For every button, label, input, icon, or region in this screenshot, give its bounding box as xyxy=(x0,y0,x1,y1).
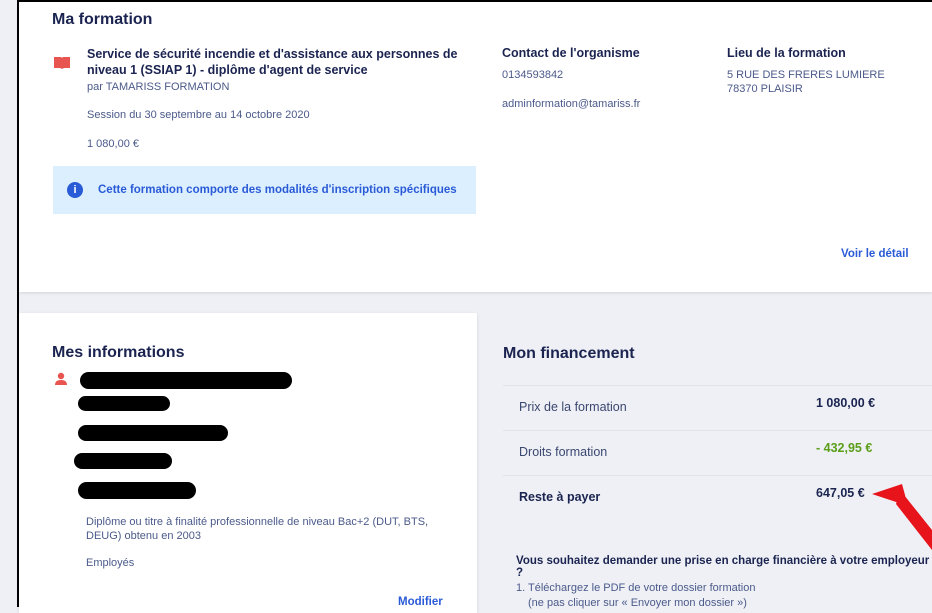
location-street: 5 RUE DES FRERES LUMIERE xyxy=(727,69,885,81)
step-download: 1. Téléchargez le PDF de votre dossier f… xyxy=(516,582,756,594)
registration-notice: i Cette formation comporte des modalités… xyxy=(53,166,476,214)
redacted-name xyxy=(80,372,292,389)
employment-status: Employés xyxy=(86,557,135,569)
redacted-line xyxy=(74,453,172,469)
fin-label: Reste à payer xyxy=(519,490,601,504)
redacted-line xyxy=(78,482,196,499)
annotation-arrow xyxy=(872,484,932,550)
formation-card: Ma formation Service de sécurité incendi… xyxy=(19,2,932,292)
location-heading: Lieu de la formation xyxy=(727,46,846,60)
registration-notice-text: Cette formation comporte des modalités d… xyxy=(98,184,457,196)
fin-row-remaining: Reste à payer 647,05 € xyxy=(503,475,932,520)
book-icon xyxy=(54,57,70,69)
fin-value: 647,05 € xyxy=(816,486,865,500)
info-icon: i xyxy=(67,182,83,198)
formation-heading: Ma formation xyxy=(52,11,153,28)
session-dates: Session du 30 septembre au 14 octobre 20… xyxy=(87,109,310,121)
fin-row-price: Prix de la formation 1 080,00 € xyxy=(503,385,932,430)
contact-heading: Contact de l'organisme xyxy=(502,46,640,60)
course-price: 1 080,00 € xyxy=(87,138,139,150)
voir-detail-link[interactable]: Voir le détail xyxy=(841,248,909,260)
redacted-line xyxy=(78,425,228,441)
fin-value: 1 080,00 € xyxy=(816,396,876,410)
person-icon xyxy=(55,372,67,385)
course-title: Service de sécurité incendie et d'assist… xyxy=(87,47,458,77)
step-note: (ne pas cliquer sur « Envoyer mon dossie… xyxy=(528,597,747,609)
redacted-line xyxy=(78,396,170,411)
course-provider: par TAMARISS FORMATION xyxy=(87,81,230,93)
diploma-text: Diplôme ou titre à finalité professionne… xyxy=(86,516,429,542)
informations-heading: Mes informations xyxy=(52,344,185,361)
contact-phone: 0134593842 xyxy=(502,69,564,81)
location-city: 78370 PLAISIR xyxy=(727,83,803,95)
fin-label: Droits formation xyxy=(519,445,608,459)
financement-heading: Mon financement xyxy=(503,345,635,362)
contact-email: adminformation@tamariss.fr xyxy=(502,98,641,110)
modifier-link[interactable]: Modifier xyxy=(398,596,443,608)
fin-value: - 432,95 € xyxy=(816,441,873,455)
fin-label: Prix de la formation xyxy=(519,400,627,414)
employer-question: Vous souhaitez demander une prise en cha… xyxy=(516,555,930,579)
fin-row-rights: Droits formation - 432,95 € xyxy=(503,430,932,475)
